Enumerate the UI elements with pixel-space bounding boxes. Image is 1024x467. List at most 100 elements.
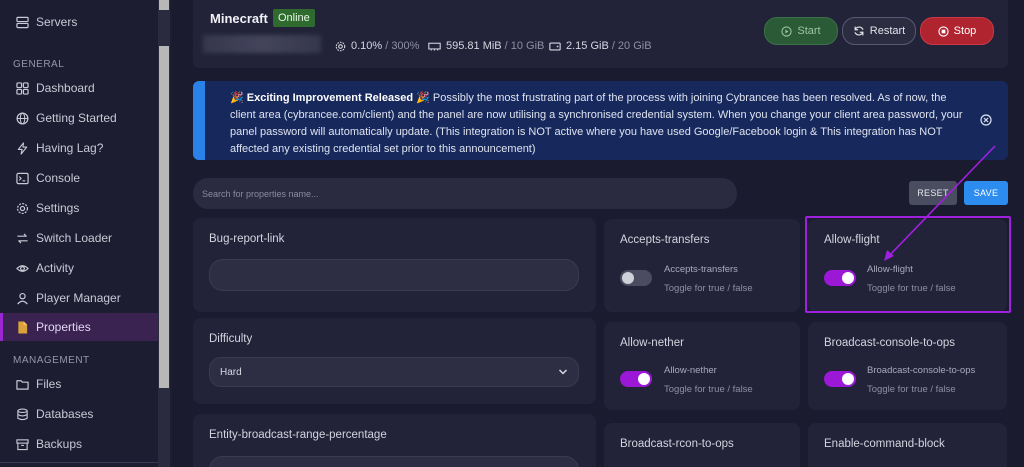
property-title: Entity-broadcast-range-percentage xyxy=(209,429,387,441)
sidebar-item-properties[interactable]: Properties xyxy=(0,313,158,341)
cpu-stat: 0.10% / 300% xyxy=(335,40,419,52)
property-card-difficulty: Difficulty Hard xyxy=(193,318,596,404)
property-title: Bug-report-link xyxy=(209,233,285,245)
toggle-knob xyxy=(842,373,854,385)
sidebar-item-label: Properties xyxy=(36,320,91,334)
sidebar-divider xyxy=(0,462,158,463)
allow-nether-toggle[interactable] xyxy=(620,371,652,387)
toggle-label: Broadcast-console-to-ops xyxy=(867,365,976,376)
sidebar-item-label: Switch Loader xyxy=(36,231,113,245)
sidebar-item-label: Backups xyxy=(36,437,83,451)
server-name: Minecraft xyxy=(210,11,268,26)
property-card-broadcast-console-to-ops: Broadcast-console-to-ops Broadcast-conso… xyxy=(808,322,1007,410)
sidebar-item-activity[interactable]: Activity xyxy=(0,254,158,282)
toggle-hint: Toggle for true / false xyxy=(664,283,753,294)
archive-icon xyxy=(15,437,29,451)
announcement-title: Exciting Improvement Released xyxy=(246,92,414,104)
property-title: Accepts-transfers xyxy=(620,234,710,246)
cpu-value: 0.10% xyxy=(351,40,383,52)
sidebar-item-label: Activity xyxy=(36,261,75,275)
sidebar-item-settings[interactable]: Settings xyxy=(0,194,158,222)
server-header: Minecraft Online 0.10% / 300% 595.81 MiB… xyxy=(193,0,1008,68)
property-card-enable-command-block: Enable-command-block xyxy=(808,423,1007,467)
sidebar-item-player-manager[interactable]: Player Manager xyxy=(0,284,158,312)
property-card-accepts-transfers: Accepts-transfers Accepts-transfers Togg… xyxy=(604,219,800,312)
sidebar-item-label: Files xyxy=(36,377,62,391)
memory-stat: 595.81 MiB / 10 GiB xyxy=(428,40,544,52)
accepts-transfers-toggle[interactable] xyxy=(620,270,652,286)
stop-label: Stop xyxy=(953,25,977,37)
eye-icon xyxy=(15,261,29,275)
start-button[interactable]: Start xyxy=(764,17,838,45)
sidebar-item-label: Settings xyxy=(36,201,80,215)
property-card-broadcast-rcon-to-ops: Broadcast-rcon-to-ops xyxy=(604,423,800,467)
annotation-highlight-box xyxy=(805,216,1011,313)
sidebar-item-console[interactable]: Console xyxy=(0,164,158,192)
user-icon xyxy=(15,291,29,305)
restart-button[interactable]: Restart xyxy=(842,17,916,45)
sidebar-item-databases[interactable]: Databases xyxy=(0,400,158,428)
stop-icon xyxy=(938,25,949,37)
play-icon xyxy=(781,25,793,37)
property-title: Difficulty xyxy=(209,333,253,345)
sidebar-item-switch-loader[interactable]: Switch Loader xyxy=(0,224,158,252)
dashboard-icon xyxy=(15,81,29,95)
save-button[interactable]: SAVE xyxy=(964,181,1008,205)
toggle-label: Accepts-transfers xyxy=(664,264,738,275)
party-icon: 🎉 xyxy=(416,92,430,104)
file-icon xyxy=(15,320,29,334)
scrollbar-top-segment xyxy=(159,0,169,10)
reset-button[interactable]: RESET xyxy=(909,181,957,205)
difficulty-value: Hard xyxy=(220,366,242,378)
memory-value: 595.81 MiB xyxy=(446,40,502,52)
sidebar-scrollbar[interactable] xyxy=(158,0,170,467)
lightning-icon xyxy=(15,141,29,155)
memory-icon xyxy=(428,41,441,52)
sidebar-item-files[interactable]: Files xyxy=(0,370,158,398)
disk-limit: / 20 GiB xyxy=(611,40,652,52)
toggle-hint: Toggle for true / false xyxy=(664,384,753,395)
scrollbar-thumb[interactable] xyxy=(159,46,169,388)
sidebar: Servers GENERAL Dashboard Getting Starte… xyxy=(0,0,172,467)
disk-stat: 2.15 GiB / 20 GiB xyxy=(549,40,652,52)
difficulty-select[interactable]: Hard xyxy=(209,357,579,387)
sidebar-item-label: Player Manager xyxy=(36,291,121,305)
search-input[interactable] xyxy=(193,178,737,209)
toggle-label: Allow-nether xyxy=(664,365,717,376)
announcement-accent-bar xyxy=(193,81,205,160)
cpu-icon xyxy=(335,41,346,52)
memory-limit: / 10 GiB xyxy=(504,40,545,52)
property-card-bug-report-link: Bug-report-link xyxy=(193,218,596,312)
database-icon xyxy=(15,407,29,421)
sidebar-item-label: Getting Started xyxy=(36,111,117,125)
sidebar-heading-management: MANAGEMENT xyxy=(13,355,90,366)
toggle-hint: Toggle for true / false xyxy=(867,384,956,395)
sidebar-item-backups[interactable]: Backups xyxy=(0,430,158,458)
server-icon xyxy=(15,15,29,29)
sidebar-item-dashboard[interactable]: Dashboard xyxy=(0,74,158,102)
sidebar-item-label: Databases xyxy=(36,407,94,421)
party-icon: 🎉 xyxy=(230,92,244,104)
property-title: Broadcast-console-to-ops xyxy=(824,337,956,349)
status-badge: Online xyxy=(273,9,315,27)
property-card-entity-broadcast-range: Entity-broadcast-range-percentage xyxy=(193,414,596,467)
close-icon[interactable] xyxy=(980,113,992,126)
sidebar-item-getting-started[interactable]: Getting Started xyxy=(0,104,158,132)
bug-report-link-input[interactable] xyxy=(209,259,579,291)
property-title: Allow-nether xyxy=(620,337,684,349)
hard-drive-icon xyxy=(549,41,561,52)
disk-value: 2.15 GiB xyxy=(566,40,609,52)
announcement-text: 🎉 Exciting Improvement Released 🎉 Possib… xyxy=(230,90,970,158)
start-label: Start xyxy=(797,25,821,37)
property-title: Broadcast-rcon-to-ops xyxy=(620,438,734,450)
sidebar-item-servers[interactable]: Servers xyxy=(0,8,158,36)
property-card-allow-nether: Allow-nether Allow-nether Toggle for tru… xyxy=(604,322,800,410)
restart-label: Restart xyxy=(869,25,906,37)
refresh-icon xyxy=(853,25,865,37)
sidebar-item-label: Dashboard xyxy=(36,81,95,95)
sidebar-item-having-lag[interactable]: Having Lag? xyxy=(0,134,158,162)
broadcast-console-toggle[interactable] xyxy=(824,371,856,387)
globe-icon xyxy=(15,111,29,125)
stop-button[interactable]: Stop xyxy=(920,17,994,45)
entity-broadcast-input[interactable] xyxy=(209,456,579,467)
